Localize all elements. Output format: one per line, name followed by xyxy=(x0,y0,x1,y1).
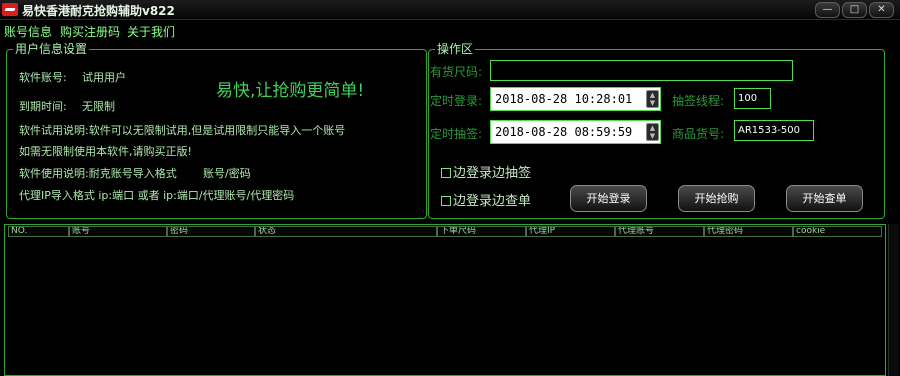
start-grab-button[interactable]: 开始抢购 xyxy=(678,185,755,212)
app-logo-icon xyxy=(2,3,18,16)
threads-input[interactable]: 100 xyxy=(734,88,771,109)
login-time-spin-icon[interactable]: ▲ ▼ xyxy=(646,90,659,108)
account-table[interactable]: NO. 账号 密码 状态 下单尺码 代理IP 代理账号 代理密码 cookie xyxy=(4,224,886,376)
maximize-button[interactable]: □ xyxy=(842,2,867,18)
col-status[interactable]: 状态 xyxy=(255,226,437,237)
slogan-text: 易快,让抢购更简单! xyxy=(216,81,365,101)
col-account[interactable]: 账号 xyxy=(69,226,167,237)
col-proxy-password[interactable]: 代理密码 xyxy=(704,226,793,237)
start-login-button[interactable]: 开始登录 xyxy=(570,185,647,212)
check-draw-checkbox[interactable]: 边登录边抽签 xyxy=(441,162,531,181)
check-order-checkbox[interactable]: 边登录边查单 xyxy=(441,190,531,209)
account-label: 软件账号: xyxy=(19,71,67,84)
login-time-picker[interactable]: 2018-08-28 10:28:01 xyxy=(490,87,661,111)
check-order-label: 边登录边查单 xyxy=(453,194,532,209)
check-draw-label: 边登录边抽签 xyxy=(453,166,532,181)
table-header: NO. 账号 密码 状态 下单尺码 代理IP 代理账号 代理密码 cookie xyxy=(5,225,885,237)
proxy-note: 代理IP导入格式 ip:端口 或者 ip:端口/代理账号/代理密码 xyxy=(19,189,295,202)
login-time-label: 定时登录: xyxy=(430,94,483,108)
expiry-value: 无限制 xyxy=(82,100,115,113)
start-query-button[interactable]: 开始查单 xyxy=(786,185,863,212)
title-bar: 易快香港耐克抢购辅助v822 — □ ✕ xyxy=(0,0,900,20)
threads-label: 抽签线程: xyxy=(672,94,725,108)
usage-format: 账号/密码 xyxy=(203,167,251,180)
stock-size-label: 有货尺码: xyxy=(430,65,483,79)
draw-time-label: 定时抽签: xyxy=(430,127,483,141)
operation-group-title: 操作区 xyxy=(435,42,476,56)
stock-size-input[interactable] xyxy=(490,60,793,81)
checkbox-icon xyxy=(441,168,451,178)
sku-input[interactable]: AR1533-500 xyxy=(734,120,814,141)
window-title: 易快香港耐克抢购辅助v822 xyxy=(22,4,175,18)
col-proxy-account[interactable]: 代理账号 xyxy=(615,226,704,237)
menu-about[interactable]: 关于我们 xyxy=(127,23,175,40)
col-order-size[interactable]: 下单尺码 xyxy=(437,226,526,237)
trial-note: 软件试用说明:软件可以无限制试用,但是试用限制只能导入一个账号 xyxy=(19,124,346,137)
minimize-button[interactable]: — xyxy=(815,2,840,18)
col-password[interactable]: 密码 xyxy=(167,226,255,237)
col-proxy-ip[interactable]: 代理IP xyxy=(526,226,615,237)
expiry-label: 到期时间: xyxy=(19,100,67,113)
col-no[interactable]: NO. xyxy=(8,226,69,237)
usage-label: 软件使用说明:耐克账号导入格式 xyxy=(19,167,177,180)
draw-time-spin-icon[interactable]: ▲ ▼ xyxy=(646,123,659,141)
col-cookie[interactable]: cookie xyxy=(793,226,882,237)
vertical-scrollbar[interactable] xyxy=(888,224,899,376)
checkbox-icon xyxy=(441,196,451,206)
close-button[interactable]: ✕ xyxy=(869,2,894,18)
account-value: 试用用户 xyxy=(82,71,126,84)
menu-account-info[interactable]: 账号信息 xyxy=(4,23,52,40)
user-info-group-title: 用户信息设置 xyxy=(13,42,90,56)
sku-label: 商品货号: xyxy=(672,127,725,141)
draw-time-picker[interactable]: 2018-08-28 08:59:59 xyxy=(490,120,661,144)
menu-buy-code[interactable]: 购买注册码 xyxy=(60,23,120,40)
buy-note: 如需无限制使用本软件,请购买正版! xyxy=(19,145,192,158)
menu-bar: 账号信息 购买注册码 关于我们 xyxy=(0,21,900,39)
